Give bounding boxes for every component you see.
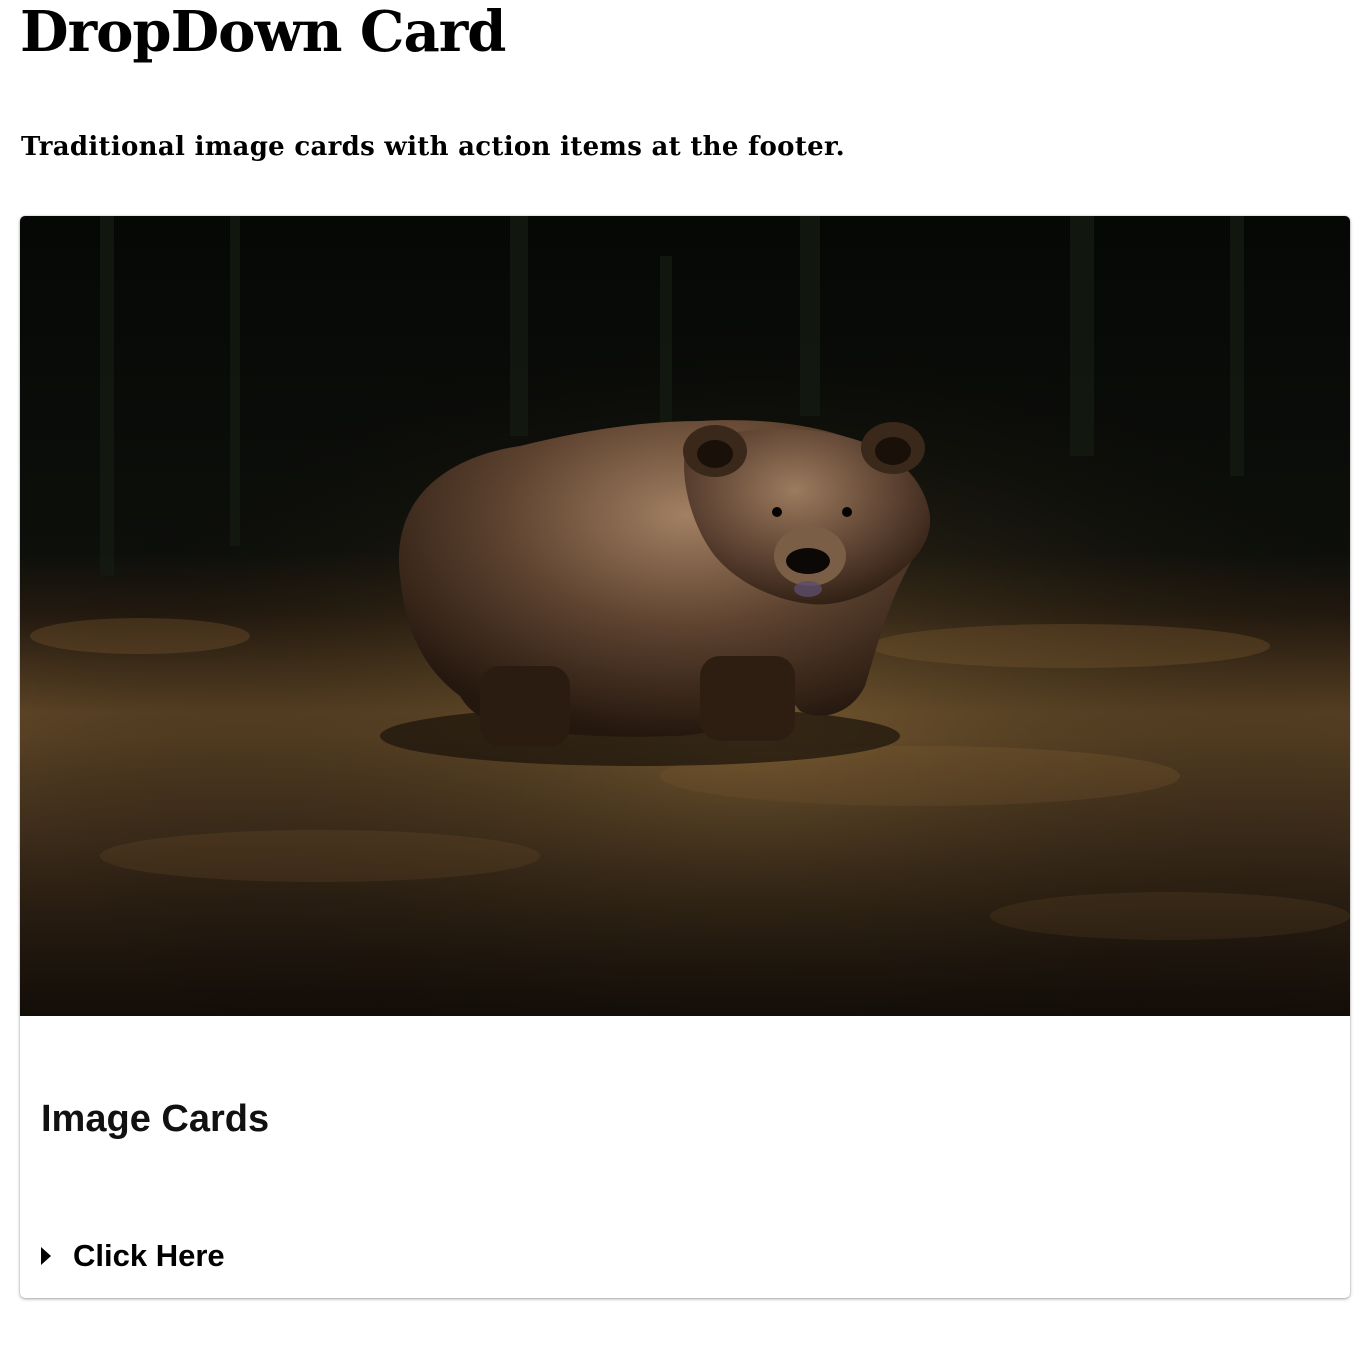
caret-right-icon xyxy=(41,1247,51,1265)
dropdown-label: Click Here xyxy=(73,1238,225,1273)
dropdown-toggle[interactable]: Click Here xyxy=(38,1234,225,1278)
card-image xyxy=(20,216,1350,1016)
page-subtitle: Traditional image cards with action item… xyxy=(21,132,845,162)
page: DropDown Card Traditional image cards wi… xyxy=(0,0,1362,1352)
page-title: DropDown Card xyxy=(20,0,506,65)
image-card: Image Cards Click Here xyxy=(20,216,1350,1298)
card-title: Image Cards xyxy=(41,1098,270,1140)
